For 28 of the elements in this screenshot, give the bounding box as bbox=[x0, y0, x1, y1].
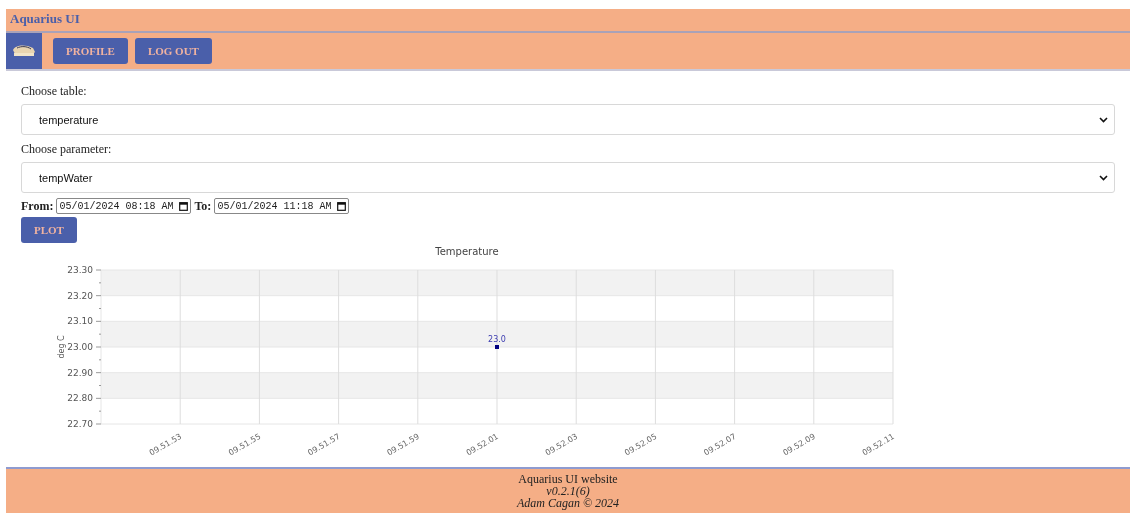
field-label: From: bbox=[21, 198, 54, 214]
y-tick-label: 22.70 bbox=[67, 419, 93, 429]
y-tick-label: 23.10 bbox=[67, 316, 93, 327]
y-tick-label: 23.20 bbox=[67, 290, 93, 301]
y-tick-label: 23.00 bbox=[67, 342, 93, 352]
y-axis-label: deg C bbox=[57, 335, 66, 359]
chevron-down-icon bbox=[1099, 174, 1108, 181]
y-tick-label: 22.80 bbox=[67, 393, 93, 404]
logo-tile[interactable] bbox=[6, 33, 42, 69]
value-label: 23.0 bbox=[488, 335, 506, 344]
chevron-down-icon bbox=[1099, 116, 1108, 123]
date-time-field[interactable]: 05/01/2024 11:18 AM bbox=[214, 198, 350, 214]
field-label: Choose parameter: bbox=[21, 142, 113, 157]
y-tick-label: 23.30 bbox=[67, 265, 93, 275]
version-text: v0.2.1(6) bbox=[546, 485, 590, 497]
y-tick-label: 22.90 bbox=[67, 367, 93, 378]
app-title: Aquarius UI bbox=[9, 10, 81, 28]
date-time-field[interactable]: 05/01/2024 08:18 AM bbox=[56, 198, 192, 214]
calendar-icon bbox=[179, 201, 189, 211]
parameter-dropdown[interactable]: tempWater bbox=[21, 162, 1115, 193]
chart-title: Temperature bbox=[435, 246, 499, 257]
field-label: To: bbox=[194, 198, 212, 214]
copyright-text: Adam Cagan © 2024 bbox=[516, 497, 620, 509]
logo-icon bbox=[11, 44, 37, 58]
site-name: Aquarius UI website bbox=[518, 473, 618, 485]
field-label: Choose table: bbox=[21, 84, 88, 99]
table-dropdown[interactable]: temperature bbox=[21, 104, 1115, 135]
calendar-icon bbox=[337, 201, 347, 211]
